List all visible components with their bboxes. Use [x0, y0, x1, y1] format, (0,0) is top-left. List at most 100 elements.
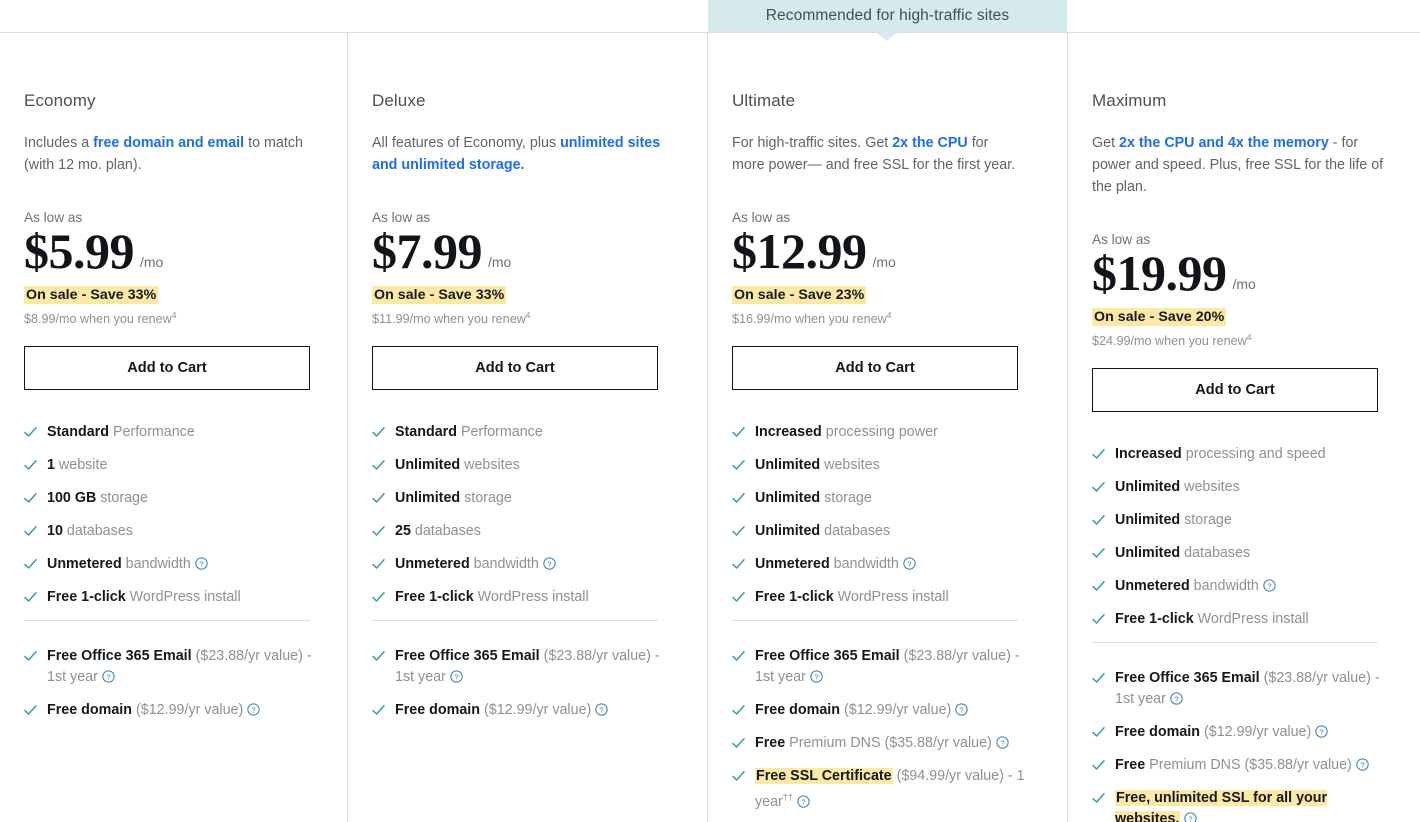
- help-circle-icon[interactable]: ?: [1356, 758, 1369, 771]
- feature-emphasis: Free Office 365 Email: [395, 648, 540, 665]
- feature-item: Free 1-click WordPress install: [732, 587, 1043, 608]
- feature-emphasis: Unlimited: [395, 490, 461, 507]
- help-circle-icon[interactable]: ?: [810, 670, 823, 683]
- plan-desc-link[interactable]: 2x the CPU and 4x the memory: [1119, 135, 1329, 151]
- svg-text:?: ?: [252, 706, 256, 715]
- feature-text: storage: [820, 490, 872, 507]
- feature-text: WordPress install: [125, 589, 241, 606]
- feature-list-primary: Standard Performance 1 website 100 GB stor…: [24, 422, 323, 608]
- help-circle-icon[interactable]: ?: [1263, 579, 1276, 592]
- check-icon: [24, 459, 37, 472]
- feature-list-primary: Standard Performance Unlimited websites Un…: [372, 422, 683, 608]
- help-circle-icon[interactable]: ?: [1184, 812, 1198, 822]
- help-circle-icon[interactable]: ?: [543, 557, 556, 570]
- check-icon: [24, 525, 37, 538]
- plan-description: All features of Economy, plus unlimited …: [372, 132, 664, 176]
- add-to-cart-button[interactable]: Add to Cart: [24, 346, 310, 391]
- feature-item: Unlimited databases: [732, 521, 1043, 542]
- help-circle-icon[interactable]: ?: [1315, 725, 1328, 738]
- check-icon: [1092, 481, 1105, 494]
- plan-column-maximum: Maximum Get 2x the CPU and 4x the memory …: [1067, 33, 1420, 822]
- plan-name: Deluxe: [372, 91, 426, 110]
- check-icon: [372, 591, 385, 604]
- feature-emphasis: 1: [47, 457, 55, 474]
- add-to-cart-button[interactable]: Add to Cart: [372, 346, 658, 391]
- help-circle-icon[interactable]: ?: [1170, 692, 1183, 705]
- feature-emphasis: Unlimited: [1115, 512, 1181, 529]
- feature-list-secondary: Free Office 365 Email ($23.88/yr value) …: [732, 646, 1043, 813]
- feature-text: processing power: [821, 424, 938, 441]
- feature-emphasis: 10: [47, 523, 63, 540]
- plan-description: Includes a free domain and email to matc…: [24, 132, 316, 176]
- check-icon: [732, 770, 745, 783]
- feature-item: Unlimited websites: [372, 455, 683, 476]
- svg-text:?: ?: [199, 560, 203, 569]
- plan-price: $19.99: [1092, 245, 1227, 301]
- check-icon: [24, 704, 37, 717]
- feature-text: websites: [820, 457, 880, 474]
- feature-text: Premium DNS ($35.88/yr value): [785, 735, 992, 752]
- feature-emphasis: Free Office 365 Email: [47, 648, 192, 665]
- feature-emphasis: Increased: [755, 424, 822, 441]
- feature-item: Free 1-click WordPress install: [24, 587, 323, 608]
- feature-emphasis: Free: [755, 735, 786, 752]
- feature-text: ($12.99/yr value): [840, 702, 952, 719]
- feature-item: Free Premium DNS ($35.88/yr value)?: [1092, 755, 1396, 776]
- add-to-cart-button[interactable]: Add to Cart: [732, 346, 1018, 391]
- feature-emphasis: Standard: [395, 424, 457, 441]
- check-icon: [24, 426, 37, 439]
- plan-desc-link[interactable]: 2x the CPU: [892, 135, 967, 151]
- check-icon: [732, 650, 745, 663]
- feature-text: databases: [62, 523, 133, 540]
- feature-item: Free 1-click WordPress install: [1092, 609, 1396, 630]
- svg-text:?: ?: [106, 673, 110, 682]
- feature-list-divider: [24, 620, 310, 622]
- feature-highlight: Free, unlimited SSL for all your website…: [1115, 790, 1328, 822]
- plan-desc-text: For high-traffic sites. Get: [732, 135, 893, 151]
- feature-item: Free Premium DNS ($35.88/yr value)?: [732, 733, 1043, 754]
- feature-text: ($12.99/yr value): [132, 702, 244, 719]
- check-icon: [372, 426, 385, 439]
- help-circle-icon[interactable]: ?: [247, 703, 260, 716]
- renew-price-note: $24.99/mo when you renew4: [1092, 332, 1252, 349]
- help-circle-icon[interactable]: ?: [797, 795, 810, 808]
- help-circle-icon[interactable]: ?: [595, 703, 608, 716]
- help-circle-icon[interactable]: ?: [955, 703, 968, 716]
- plan-price: $7.99: [372, 223, 483, 279]
- price-period: /mo: [1232, 276, 1256, 292]
- help-circle-icon[interactable]: ?: [195, 557, 208, 570]
- help-circle-icon[interactable]: ?: [903, 557, 916, 570]
- feature-item: 100 GB storage: [24, 488, 323, 509]
- recommended-banner: Recommended for high-traffic sites: [708, 0, 1067, 32]
- plan-name: Maximum: [1092, 91, 1167, 110]
- help-circle-icon[interactable]: ?: [996, 736, 1009, 749]
- feature-emphasis: 25: [395, 523, 411, 540]
- check-icon: [1092, 448, 1105, 461]
- feature-emphasis: Unlimited: [755, 490, 821, 507]
- feature-item: Unlimited websites: [732, 455, 1043, 476]
- check-icon: [732, 426, 745, 439]
- add-to-cart-button[interactable]: Add to Cart: [1092, 368, 1378, 413]
- feature-item: Free Office 365 Email ($23.88/yr value) …: [732, 646, 1043, 688]
- plan-description: Get 2x the CPU and 4x the memory - for p…: [1092, 132, 1384, 198]
- feature-text: Performance: [108, 424, 195, 441]
- plan-column-deluxe: Deluxe All features of Economy, plus unli…: [347, 33, 707, 822]
- plan-columns: Economy Includes a free domain and email …: [0, 32, 1420, 822]
- help-circle-icon[interactable]: ?: [102, 670, 115, 683]
- renew-footnote-marker: 4: [886, 310, 892, 320]
- feature-emphasis: Free 1-click: [47, 589, 126, 606]
- feature-text: bandwidth: [829, 556, 899, 573]
- feature-list-divider: [1092, 642, 1378, 644]
- plan-name: Ultimate: [732, 91, 796, 110]
- feature-item: Unlimited storage: [732, 488, 1043, 509]
- feature-emphasis: Free domain: [1115, 724, 1201, 741]
- plan-desc-link[interactable]: free domain and email: [93, 135, 244, 151]
- feature-emphasis: Unlimited: [1115, 479, 1181, 496]
- check-icon: [1092, 726, 1105, 739]
- recommended-banner-arrow: [876, 32, 898, 41]
- feature-item: Free SSL Certificate ($94.99/yr value) -…: [732, 766, 1043, 813]
- feature-text: databases: [410, 523, 481, 540]
- feature-text: storage: [460, 490, 512, 507]
- renew-price-note: $11.99/mo when you renew4: [372, 310, 531, 327]
- help-circle-icon[interactable]: ?: [450, 670, 463, 683]
